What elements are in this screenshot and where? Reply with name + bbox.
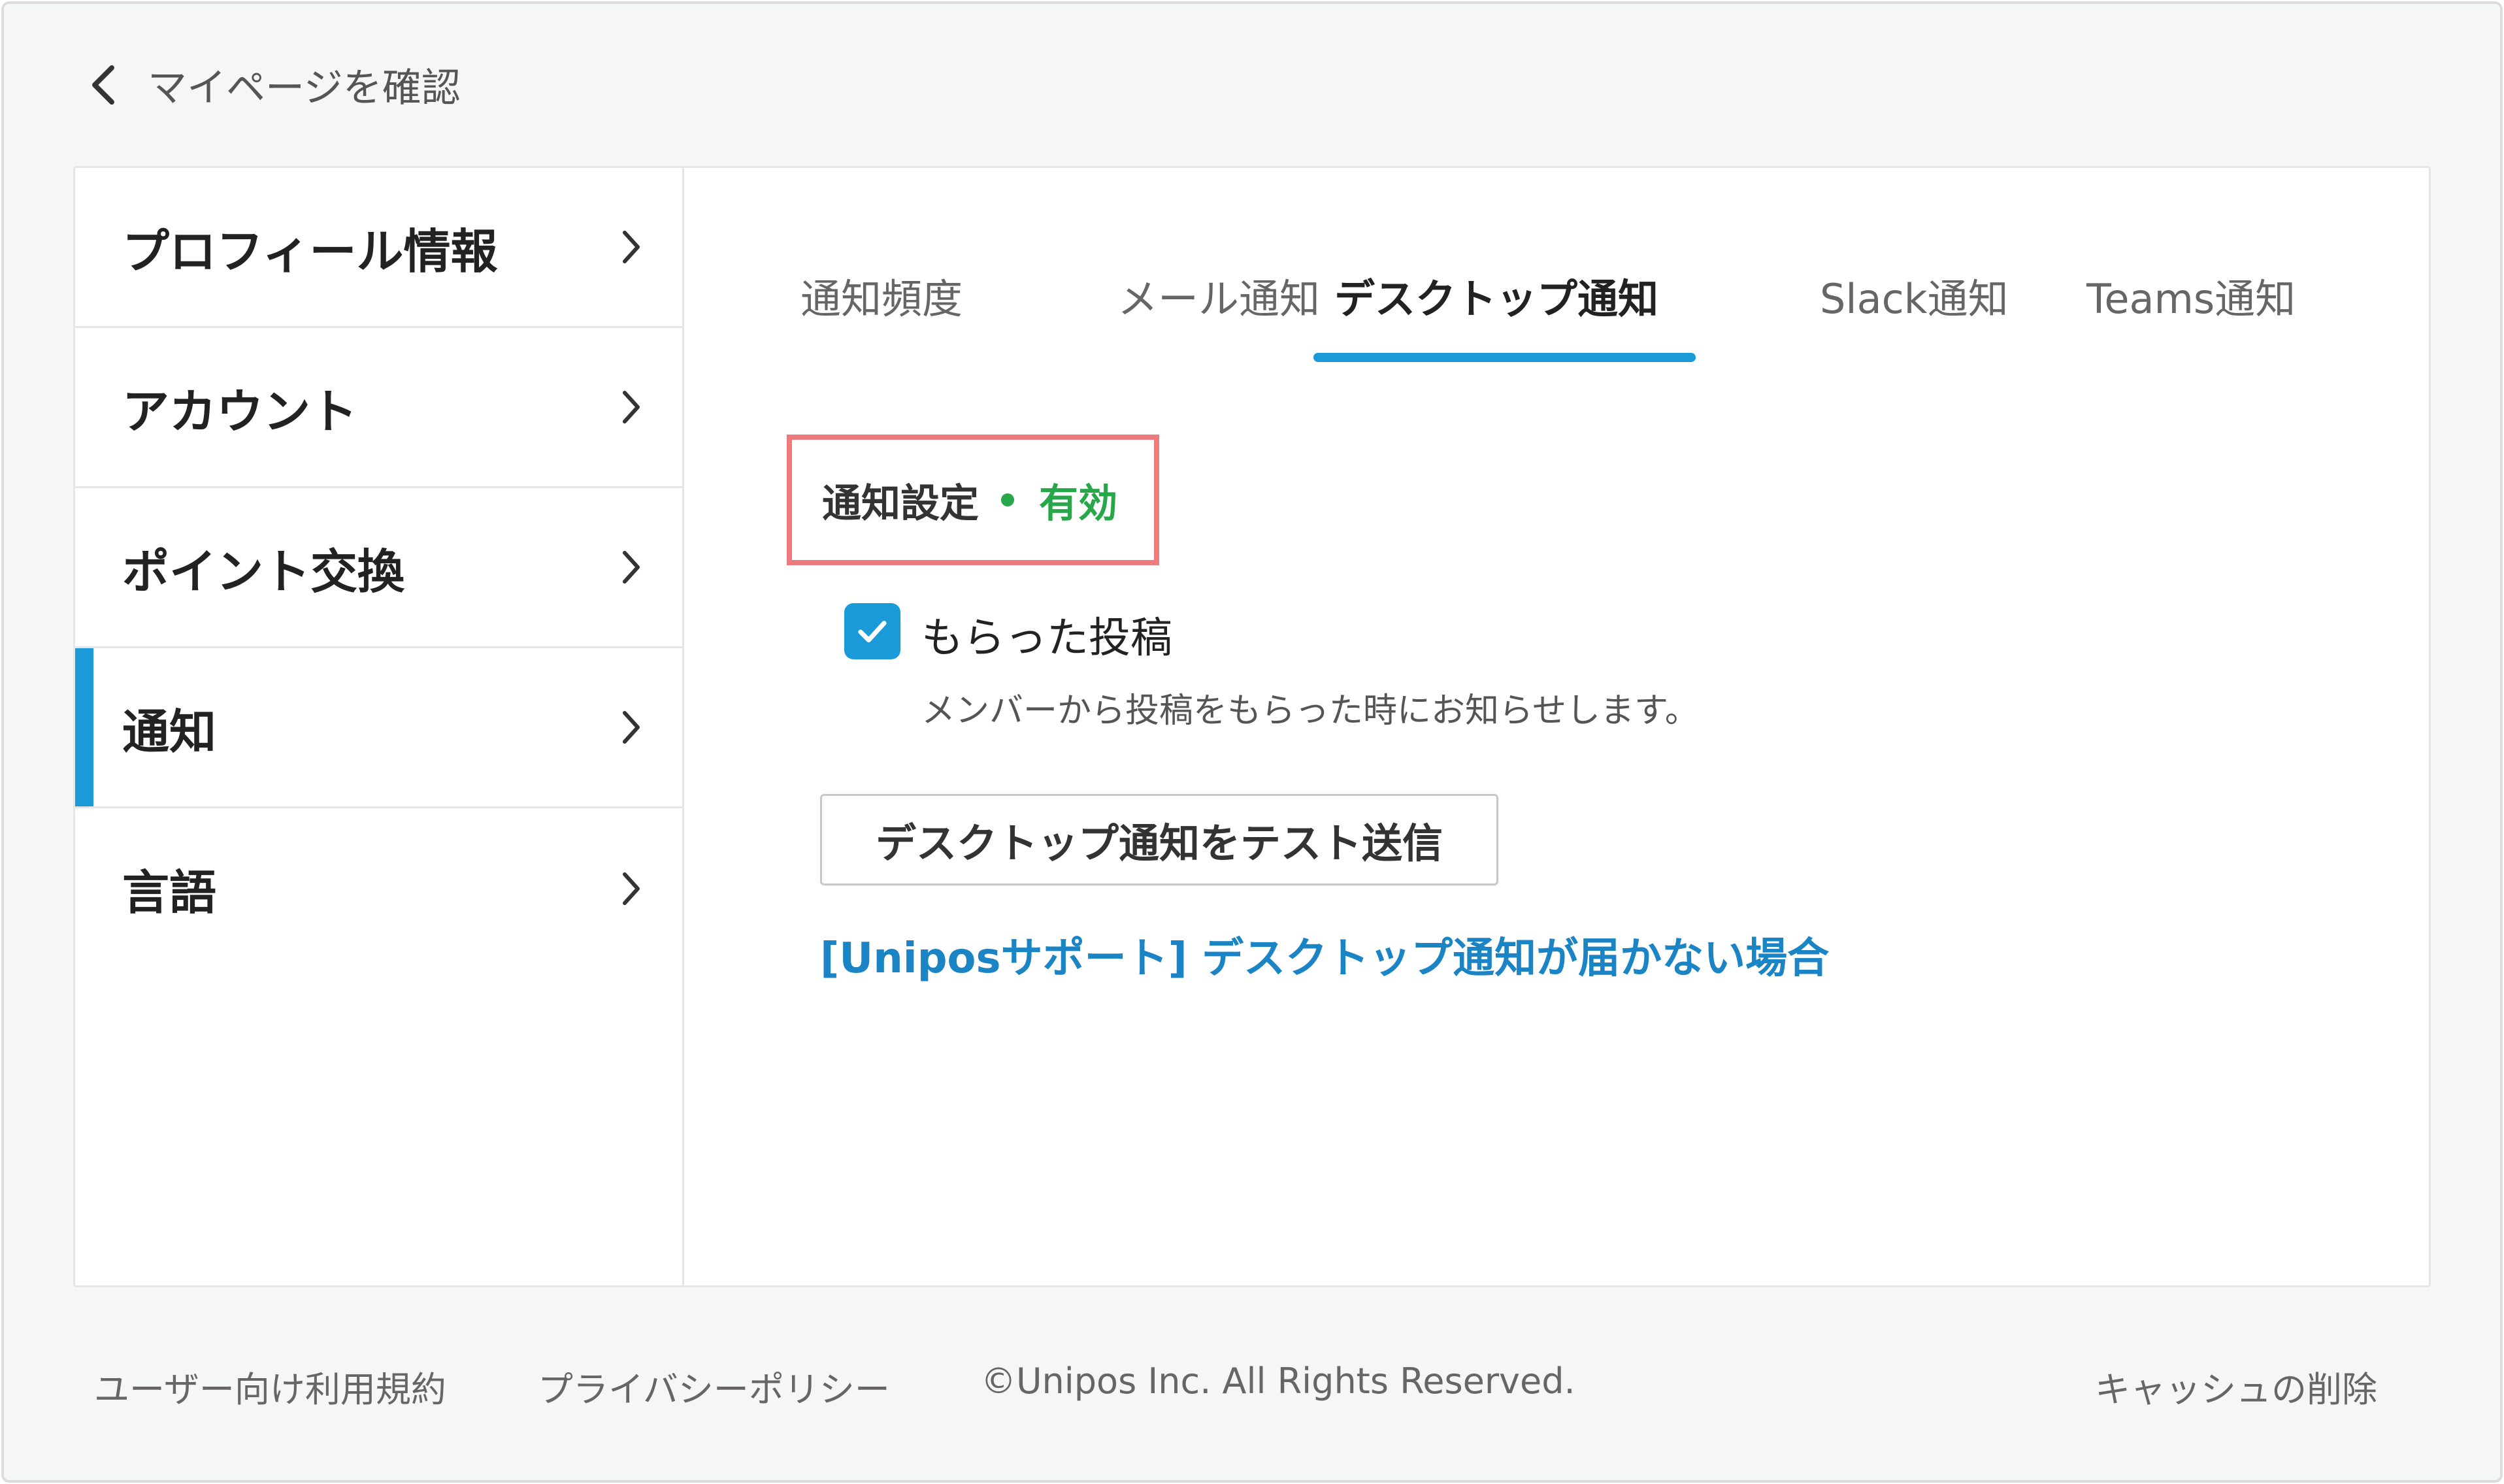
notification-panel: 通知頻度 メール通知 デスクトップ通知 Slack通知 Teams通知 通知設定… (686, 168, 2429, 1285)
test-desktop-notification-button[interactable]: デスクトップ通知をテスト送信 (820, 794, 1498, 885)
chevron-right-icon (623, 231, 640, 263)
active-tab-underline (1313, 353, 1696, 362)
copyright-text: ©Unipos Inc. All Rights Reserved. (981, 1360, 1575, 1402)
tab-desktop[interactable]: デスクトップ通知 (1334, 266, 1658, 325)
notification-status: 通知設定 有効 (787, 435, 1159, 565)
received-posts-description: メンバーから投稿をもらった時にお知らせします。 (921, 691, 1699, 731)
status-dot-icon (1001, 493, 1014, 506)
back-link-label: マイページを確認 (148, 65, 461, 111)
notification-setting-label: 通知設定 (822, 480, 979, 527)
support-link[interactable]: [Uniposサポート] デスクトップ通知が届かない場合 (820, 925, 1829, 985)
settings-sidebar: プロフィール情報 アカウント ポイント交換 通知 言語 (75, 168, 684, 1285)
tab-email[interactable]: メール通知 (1117, 266, 1320, 325)
chevron-right-icon (623, 711, 640, 744)
sidebar-item-profile[interactable]: プロフィール情報 (75, 168, 682, 328)
status-badge: 有効 (1039, 480, 1117, 527)
received-posts-checkbox[interactable] (844, 603, 900, 659)
clear-cache-link[interactable]: キャッシュの削除 (2095, 1360, 2377, 1412)
notification-tabs: 通知頻度 メール通知 デスクトップ通知 Slack通知 Teams通知 (686, 168, 2429, 377)
sidebar-item-label: 通知 (122, 704, 217, 759)
sidebar-item-label: 言語 (122, 865, 217, 920)
settings-card: プロフィール情報 アカウント ポイント交換 通知 言語 通知頻度 メール通知 デ… (73, 166, 2431, 1287)
received-posts-label: もらった投稿 (921, 614, 1172, 663)
sidebar-item-label: アカウント (122, 384, 358, 439)
sidebar-item-language[interactable]: 言語 (75, 808, 682, 968)
active-indicator (75, 648, 93, 806)
chevron-right-icon (623, 551, 640, 584)
chevron-right-icon (623, 872, 640, 905)
terms-link[interactable]: ユーザー向け利用規約 (94, 1360, 446, 1412)
sidebar-item-point-exchange[interactable]: ポイント交換 (75, 488, 682, 648)
back-link[interactable]: マイページを確認 (89, 56, 461, 113)
sidebar-item-label: ポイント交換 (122, 544, 405, 599)
tab-teams[interactable]: Teams通知 (2086, 266, 2296, 325)
check-icon (858, 621, 887, 643)
page-frame: マイページを確認 プロフィール情報 アカウント ポイント交換 通知 言語 通知頻… (1, 1, 2503, 1483)
sidebar-item-account[interactable]: アカウント (75, 328, 682, 488)
tab-slack[interactable]: Slack通知 (1820, 266, 2009, 325)
tab-frequency[interactable]: 通知頻度 (800, 266, 963, 325)
sidebar-item-label: プロフィール情報 (122, 223, 498, 279)
privacy-link[interactable]: プライバシーポリシー (538, 1360, 890, 1412)
sidebar-item-notifications[interactable]: 通知 (75, 648, 682, 808)
chevron-left-icon (92, 65, 114, 105)
chevron-right-icon (623, 391, 640, 423)
